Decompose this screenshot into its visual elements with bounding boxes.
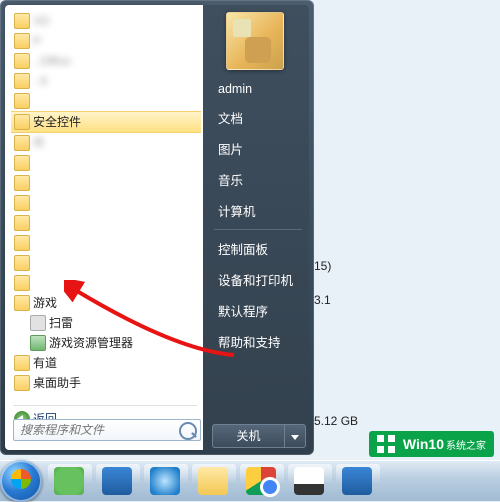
program-item[interactable]: 游戏 (11, 293, 201, 313)
program-item-label: 件 (33, 136, 45, 150)
taskbar-folder[interactable] (192, 464, 236, 498)
program-item-label: 游戏 (33, 296, 57, 310)
bg-file-row: 5.12 GB (310, 414, 480, 432)
folder-icon (14, 33, 30, 49)
taskbar-qq[interactable] (288, 464, 332, 498)
program-item[interactable]: 件 (11, 133, 201, 153)
taskbar-app[interactable] (336, 464, 380, 498)
folder-icon (14, 93, 30, 109)
program-item-label: 安全控件 (33, 115, 81, 129)
program-item[interactable]: - 6 (11, 71, 201, 91)
wechat-icon (54, 467, 84, 495)
folder-icon (14, 135, 30, 151)
right-item-defaultprograms[interactable]: 默认程序 (212, 295, 304, 326)
folder-icon (14, 195, 30, 211)
watermark: Win10 系统之家 (369, 431, 494, 457)
separator (214, 229, 302, 230)
watermark-site: 系统之家 (446, 437, 486, 452)
program-item[interactable]: 桌面助手 (11, 373, 201, 393)
user-avatar[interactable] (226, 12, 284, 70)
program-item-label: 有道 (33, 356, 57, 370)
shutdown-menu-arrow[interactable] (284, 424, 306, 448)
folder-icon (14, 114, 30, 130)
program-item[interactable] (11, 253, 201, 273)
right-item-music[interactable]: 音乐 (212, 164, 304, 195)
watermark-logo-icon (375, 433, 397, 455)
taskbar (0, 460, 500, 501)
search-row (13, 419, 201, 443)
right-items: admin 文档 图片 音乐 计算机 控制面板 设备和打印机 默认程序 帮助和支… (212, 76, 304, 357)
program-item[interactable] (11, 91, 201, 111)
right-item-help[interactable]: 帮助和支持 (212, 326, 304, 357)
program-item-label: 桌面助手 (33, 376, 81, 390)
folder-icon (14, 295, 30, 311)
program-item[interactable]: 安全控件 (11, 111, 201, 133)
program-item[interactable]: 游戏资源管理器 (11, 333, 201, 353)
right-item-pictures[interactable]: 图片 (212, 133, 304, 164)
program-item[interactable] (11, 153, 201, 173)
shutdown-button[interactable]: 关机 (212, 424, 284, 448)
all-programs-list[interactable]: VD P , Office - 6 安全控件件游戏扫雷游戏资源管理器有道桌面助手 (11, 11, 201, 401)
program-item-label: 游戏资源管理器 (49, 336, 133, 350)
taskbar-wechat[interactable] (48, 464, 92, 498)
bg-file-row: 15) (310, 259, 480, 277)
taskbar-other[interactable] (96, 464, 140, 498)
folder-icon (14, 235, 30, 251)
ie-icon (150, 467, 180, 495)
start-left-pane: VDP, Office- 6安全控件件游戏扫雷游戏资源管理器有道桌面助手 返回 (5, 5, 203, 450)
folder-icon (14, 255, 30, 271)
program-item[interactable]: 有道 (11, 353, 201, 373)
folder-icon (14, 13, 30, 29)
right-item-documents[interactable]: 文档 (212, 102, 304, 133)
program-item[interactable] (11, 173, 201, 193)
program-item-label: VD (33, 14, 50, 28)
start-menu: VDP, Office- 6安全控件件游戏扫雷游戏资源管理器有道桌面助手 返回 … (0, 0, 314, 455)
program-item[interactable] (11, 193, 201, 213)
scan-icon (30, 315, 46, 331)
start-orb[interactable] (0, 460, 42, 502)
folder-icon (14, 355, 30, 371)
right-item-devices[interactable]: 设备和打印机 (212, 264, 304, 295)
program-item-label: P (33, 34, 41, 48)
folder-icon (14, 215, 30, 231)
shutdown-split-button: 关机 (212, 424, 306, 448)
taskbar-chrome[interactable] (240, 464, 284, 498)
separator (13, 405, 197, 406)
search-input[interactable] (13, 419, 201, 441)
search-icon (179, 422, 197, 440)
taskbar-ie[interactable] (144, 464, 188, 498)
right-item-controlpanel[interactable]: 控制面板 (212, 233, 304, 264)
program-item[interactable] (11, 233, 201, 253)
qq-icon (294, 467, 324, 495)
folder-icon (14, 275, 30, 291)
program-item[interactable]: , Office (11, 51, 201, 71)
folder-icon (198, 467, 228, 495)
folder-icon (14, 53, 30, 69)
program-item[interactable] (11, 273, 201, 293)
program-item-label: 扫雷 (49, 316, 73, 330)
program-item-label: , Office (33, 54, 71, 68)
app-icon (102, 467, 132, 495)
right-item-username[interactable]: admin (212, 76, 304, 102)
program-item[interactable]: VD (11, 11, 201, 31)
bg-file-row: 3.1 (310, 293, 480, 311)
program-item[interactable]: P (11, 31, 201, 51)
right-item-computer[interactable]: 计算机 (212, 195, 304, 226)
program-item[interactable]: 扫雷 (11, 313, 201, 333)
geman-icon (30, 335, 46, 351)
program-item[interactable] (11, 213, 201, 233)
folder-icon (14, 73, 30, 89)
folder-icon (14, 375, 30, 391)
app-icon (342, 467, 372, 495)
chrome-icon (246, 467, 276, 495)
watermark-brand: Win10 (403, 436, 444, 452)
folder-icon (14, 155, 30, 171)
folder-icon (14, 175, 30, 191)
program-item-label: - 6 (33, 74, 47, 88)
